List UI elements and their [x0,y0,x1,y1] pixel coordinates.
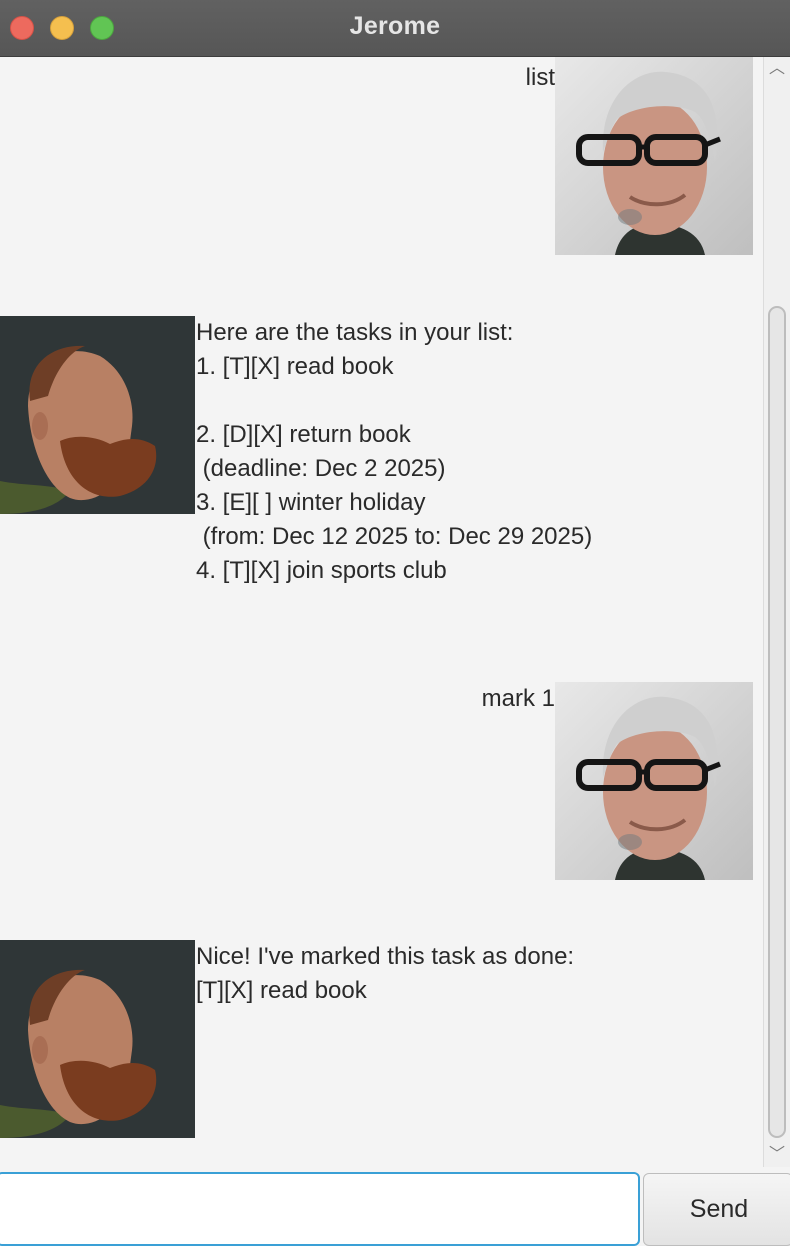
bot-message-text: Here are the tasks in your list: 1. [T][… [196,319,593,584]
message-input[interactable] [0,1172,640,1246]
chat-scroll-pane[interactable]: list Here are the tasks in your list: 1.… [0,57,763,1167]
user-avatar [555,682,753,880]
scrollbar-thumb[interactable] [768,306,786,1138]
input-bar: Send [0,1167,790,1246]
vertical-scrollbar[interactable]: ︿ ﹀ [763,57,790,1167]
chevron-down-icon[interactable]: ﹀ [769,1147,785,1163]
user-message-text: mark 1 [481,685,555,712]
chevron-up-icon[interactable]: ︿ [769,61,785,77]
user-avatar [555,57,753,255]
user-message-text: list [525,64,555,91]
bot-message-text: Nice! I've marked this task as done: [T]… [196,943,575,1004]
send-button[interactable]: Send [643,1173,790,1246]
window-title: Jerome [349,12,441,40]
bot-avatar [0,316,195,514]
title-bar: Jerome [0,0,790,57]
bot-avatar [0,940,195,1138]
